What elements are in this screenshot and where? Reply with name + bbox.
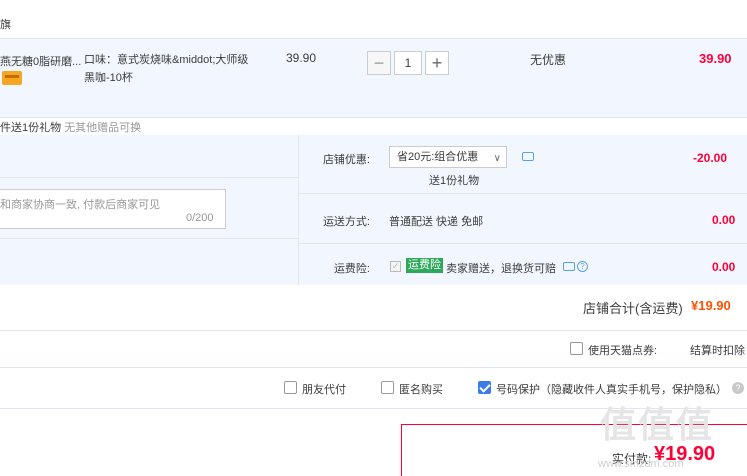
use-points-checkbox[interactable] bbox=[570, 342, 583, 355]
coupon-selected-value: 省20元:组合优惠 bbox=[397, 151, 479, 163]
watermark-logo: 值值值 bbox=[600, 404, 715, 445]
insurance-checkbox: ✓ bbox=[390, 261, 401, 272]
shop-name[interactable]: 旗 bbox=[0, 16, 11, 32]
gift-text: 件送1份礼物 bbox=[0, 122, 62, 134]
coupon-gift-note: 送1份礼物 bbox=[429, 175, 480, 187]
divider-line bbox=[0, 238, 298, 239]
anonymous-label: 匿名购买 bbox=[399, 384, 443, 396]
quantity-minus-button[interactable]: − bbox=[367, 51, 391, 75]
divider-line bbox=[298, 243, 747, 244]
help-icon[interactable]: ? bbox=[577, 261, 588, 272]
shop-total-value: ¥19.90 bbox=[691, 298, 731, 313]
shop-header: 旗 bbox=[0, 0, 747, 38]
watermark-url: www.smzdm.com bbox=[598, 458, 684, 470]
quantity-input[interactable]: 1 bbox=[394, 51, 422, 75]
privacy-label: 号码保护（隐藏收件人真实手机号，保护隐私） bbox=[496, 384, 727, 396]
unit-price: 39.90 bbox=[286, 51, 317, 65]
gift-line: 件送1份礼物 无其他赠品可换 bbox=[0, 119, 141, 135]
help-icon[interactable]: ? bbox=[732, 382, 744, 394]
chat-bubble-icon[interactable] bbox=[522, 152, 534, 161]
shipping-amount: 0.00 bbox=[712, 213, 736, 227]
product-name-link[interactable]: 燕无糖0脂研磨... bbox=[0, 53, 81, 69]
insurance-amount: 0.00 bbox=[712, 260, 736, 274]
insurance-label: 运费险: bbox=[333, 263, 370, 275]
shipping-label: 运送方式: bbox=[322, 216, 370, 228]
anonymous-checkbox[interactable] bbox=[381, 381, 394, 394]
quantity-stepper: − 1 + bbox=[367, 51, 449, 75]
order-item-row: 燕无糖0脂研磨... 口味：意式炭烧味&middot;大师级黑咖-10杯 39.… bbox=[0, 38, 747, 118]
divider-line bbox=[0, 177, 298, 178]
divider-line bbox=[298, 193, 747, 194]
points-note: 结算时扣除 bbox=[690, 345, 745, 357]
panel-divider bbox=[298, 135, 299, 285]
friend-pay-label: 朋友代付 bbox=[302, 384, 346, 396]
coupon-select[interactable]: 省20元:组合优惠 ∨ bbox=[389, 146, 507, 168]
divider-line bbox=[0, 330, 747, 331]
product-sku: 口味：意式炭烧味&middot;大师级黑咖-10杯 bbox=[84, 54, 249, 84]
coupon-amount: -20.00 bbox=[693, 151, 728, 165]
shipping-method: 普通配送 快递 免邮 bbox=[389, 216, 484, 228]
gift-note: 无其他赠品可换 bbox=[64, 122, 142, 134]
item-discount-text: 无优惠 bbox=[530, 53, 567, 67]
memo-char-count: 0/200 bbox=[186, 212, 214, 224]
shop-total-label: 店铺合计(含运费) bbox=[583, 301, 683, 316]
use-points-label: 使用天猫点券: bbox=[588, 345, 658, 357]
insurance-description: 卖家赠送，退换货可赔 bbox=[446, 263, 556, 275]
privacy-checkbox[interactable] bbox=[478, 381, 491, 394]
divider-line bbox=[0, 367, 747, 368]
quantity-plus-button[interactable]: + bbox=[425, 51, 449, 75]
coupon-label: 店铺优惠: bbox=[322, 154, 370, 166]
memo-placeholder: 和商家协商一致, 付款后商家可见 bbox=[0, 199, 161, 211]
credit-card-icon bbox=[2, 71, 22, 85]
chevron-down-icon: ∨ bbox=[493, 153, 501, 164]
item-subtotal: 39.90 bbox=[699, 51, 732, 66]
chat-bubble-icon[interactable] bbox=[563, 262, 575, 271]
friend-pay-checkbox[interactable] bbox=[284, 381, 297, 394]
insurance-badge: 运费险 bbox=[406, 258, 443, 273]
